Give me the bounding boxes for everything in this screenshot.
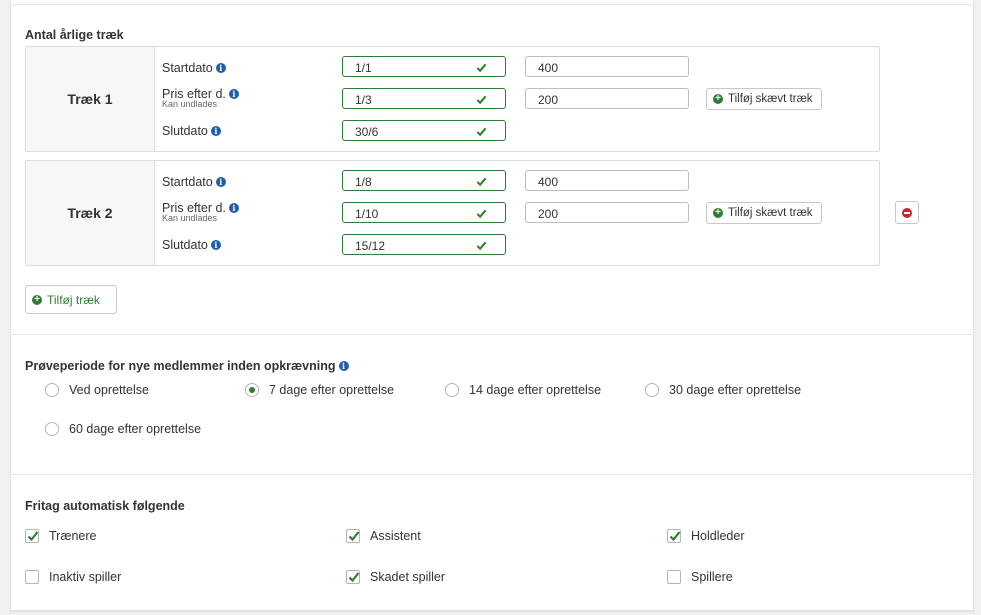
start-date-label: Startdato i bbox=[162, 175, 226, 189]
check-icon bbox=[348, 572, 360, 583]
check-icon bbox=[348, 531, 360, 542]
check-icon bbox=[476, 95, 487, 105]
info-icon[interactable]: i bbox=[228, 89, 239, 99]
start-price-input[interactable]: 400 bbox=[525, 56, 689, 77]
plus-circle-icon: + bbox=[713, 94, 723, 104]
info-icon[interactable]: i bbox=[215, 63, 226, 73]
radio-button[interactable] bbox=[245, 383, 259, 397]
section-divider bbox=[11, 334, 973, 335]
check-icon bbox=[669, 531, 681, 542]
exempt-option-skadet-spiller[interactable]: Skadet spiller bbox=[346, 570, 445, 584]
exempt-option-spillere[interactable]: Spillere bbox=[667, 570, 733, 584]
radio-button[interactable] bbox=[45, 383, 59, 397]
end-date-input[interactable]: 15/12 bbox=[342, 234, 506, 255]
info-icon[interactable]: i bbox=[228, 203, 239, 213]
top-divider bbox=[11, 4, 973, 5]
settings-panel: Antal årlige træk Træk 1 Startdato i Pris… bbox=[10, 0, 974, 611]
plus-circle-icon: + bbox=[713, 208, 723, 218]
end-date-label: Slutdato i bbox=[162, 238, 221, 252]
info-icon[interactable]: i bbox=[210, 126, 221, 136]
trial-section-title: Prøveperiode for nye medlemmer inden opk… bbox=[25, 359, 349, 373]
end-date-label: Slutdato i bbox=[162, 124, 221, 138]
trial-option-14-dage[interactable]: 14 dage efter oprettelse bbox=[445, 383, 601, 397]
exempt-section-title: Fritag automatisk følgende bbox=[25, 499, 185, 513]
after-price-input[interactable]: 200 bbox=[525, 202, 689, 223]
draw-box-2: Træk 2 Startdato i Pris efter d. i Kan undl… bbox=[25, 160, 880, 266]
optional-hint: Kan undlades bbox=[162, 99, 218, 109]
exempt-option-holdleder[interactable]: Holdleder bbox=[667, 529, 745, 543]
check-icon bbox=[476, 63, 487, 73]
add-draw-button[interactable]: + Tilføj træk bbox=[25, 285, 117, 314]
add-skew-draw-button[interactable]: + Tilføj skævt træk bbox=[706, 202, 822, 224]
info-icon[interactable]: i bbox=[215, 177, 226, 187]
checkbox[interactable] bbox=[346, 570, 360, 584]
start-date-label: Startdato i bbox=[162, 61, 226, 75]
optional-hint: Kan undlades bbox=[162, 213, 218, 223]
trial-option-7-dage[interactable]: 7 dage efter oprettelse bbox=[245, 383, 394, 397]
price-date-input[interactable]: 1/3 bbox=[342, 88, 506, 109]
minus-circle-icon bbox=[902, 207, 912, 218]
section-divider bbox=[11, 474, 973, 475]
info-icon[interactable]: i bbox=[338, 361, 349, 371]
draws-section-title: Antal årlige træk bbox=[25, 28, 124, 42]
price-date-input[interactable]: 1/10 bbox=[342, 202, 506, 223]
start-price-input[interactable]: 400 bbox=[525, 170, 689, 191]
add-draw-label: Tilføj træk bbox=[47, 292, 100, 307]
checkbox[interactable] bbox=[346, 529, 360, 543]
check-icon bbox=[476, 241, 487, 251]
radio-button[interactable] bbox=[645, 383, 659, 397]
draw-box-1: Træk 1 Startdato i Pris efter d. i Kan undl… bbox=[25, 46, 880, 152]
trial-option-30-dage[interactable]: 30 dage efter oprettelse bbox=[645, 383, 801, 397]
info-icon[interactable]: i bbox=[210, 240, 221, 250]
radio-button[interactable] bbox=[445, 383, 459, 397]
checkbox[interactable] bbox=[667, 570, 681, 584]
checkbox[interactable] bbox=[25, 529, 39, 543]
check-icon bbox=[476, 177, 487, 187]
trial-option-ved-oprettelse[interactable]: Ved oprettelse bbox=[45, 383, 149, 397]
exempt-option-inaktiv-spiller[interactable]: Inaktiv spiller bbox=[25, 570, 121, 584]
draw-name: Træk 2 bbox=[26, 161, 155, 265]
end-date-input[interactable]: 30/6 bbox=[342, 120, 506, 141]
price-after-label: Pris efter d. i Kan undlades bbox=[162, 87, 239, 109]
radio-button[interactable] bbox=[45, 422, 59, 436]
start-date-input[interactable]: 1/1 bbox=[342, 56, 506, 77]
add-skew-draw-label: Tilføj skævt træk bbox=[728, 93, 813, 105]
plus-circle-icon: + bbox=[32, 294, 42, 305]
check-icon bbox=[27, 531, 39, 542]
trial-option-60-dage[interactable]: 60 dage efter oprettelse bbox=[45, 422, 201, 436]
after-price-input[interactable]: 200 bbox=[525, 88, 689, 109]
price-after-label: Pris efter d. i Kan undlades bbox=[162, 201, 239, 223]
checkbox[interactable] bbox=[25, 570, 39, 584]
check-icon bbox=[476, 209, 487, 219]
start-date-input[interactable]: 1/8 bbox=[342, 170, 506, 191]
checkbox[interactable] bbox=[667, 529, 681, 543]
check-icon bbox=[476, 127, 487, 137]
draw-name: Træk 1 bbox=[26, 47, 155, 151]
add-skew-draw-label: Tilføj skævt træk bbox=[728, 207, 813, 219]
exempt-option-traenere[interactable]: Trænere bbox=[25, 529, 96, 543]
add-skew-draw-button[interactable]: + Tilføj skævt træk bbox=[706, 88, 822, 110]
remove-draw-button[interactable] bbox=[895, 201, 919, 224]
exempt-option-assistent[interactable]: Assistent bbox=[346, 529, 421, 543]
